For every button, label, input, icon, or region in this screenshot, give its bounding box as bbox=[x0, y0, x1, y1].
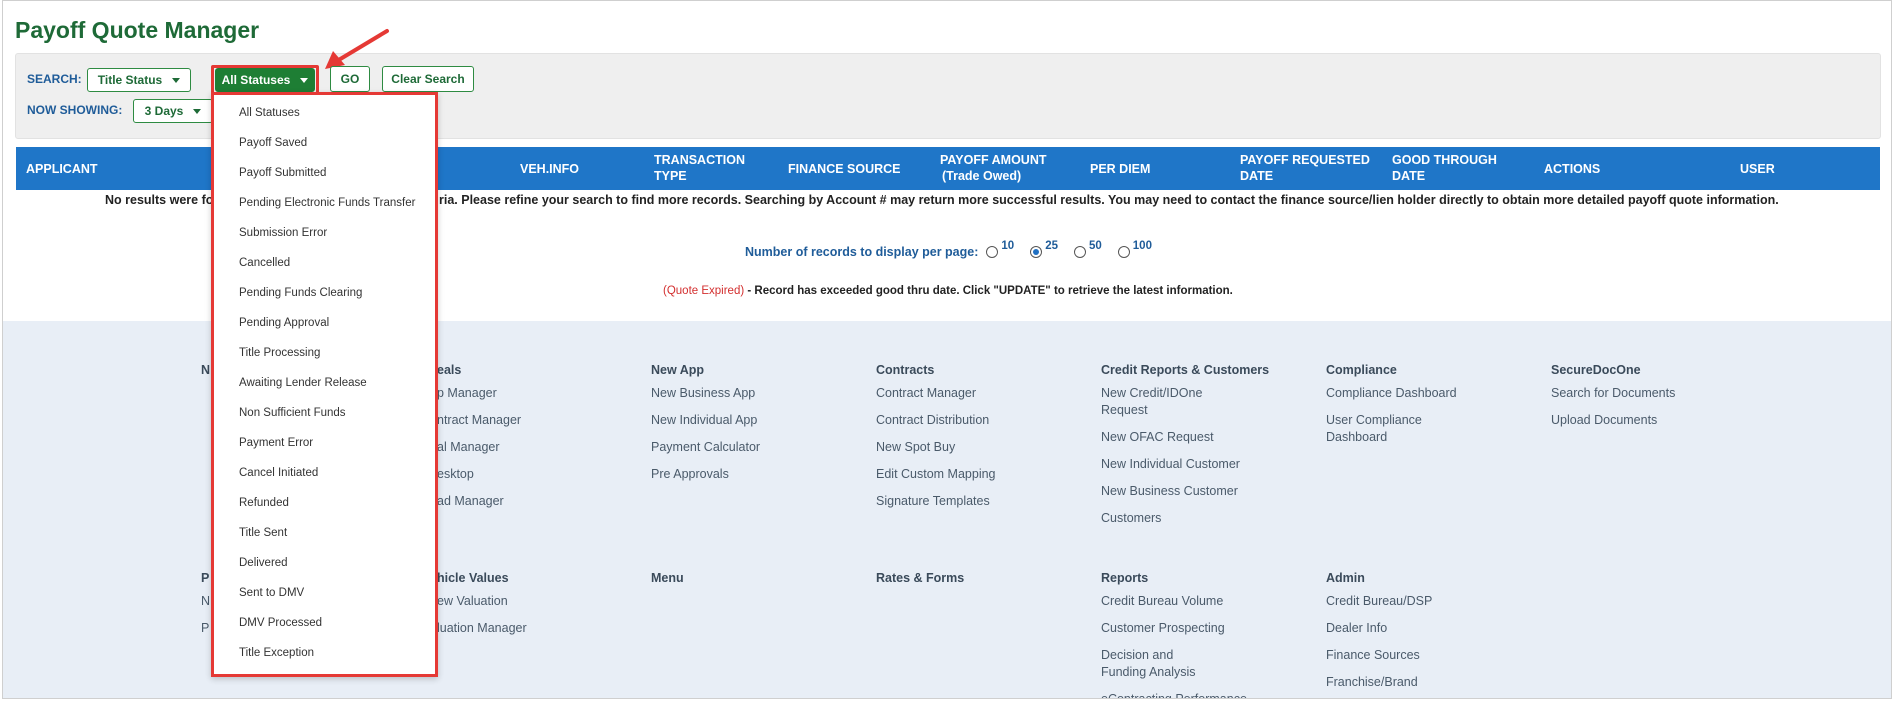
footer-col-reports: Reports Credit Bureau Volume Customer Pr… bbox=[1101, 571, 1247, 699]
dropdown-item[interactable]: Payoff Submitted bbox=[239, 167, 326, 179]
column-header[interactable]: ACTIONS bbox=[1544, 161, 1600, 177]
dropdown-item[interactable]: Submission Error bbox=[239, 227, 327, 239]
dropdown-item[interactable]: Cancelled bbox=[239, 257, 290, 269]
search-label: SEARCH: bbox=[27, 72, 82, 86]
column-header[interactable]: PAYOFF REQUESTED DATE bbox=[1240, 152, 1370, 184]
radio-50[interactable] bbox=[1073, 246, 1086, 258]
column-header[interactable]: GOOD THROUGH DATE bbox=[1392, 152, 1497, 184]
dropdown-item[interactable]: DMV Processed bbox=[239, 617, 322, 629]
footer-col-rates-forms: Rates & Forms bbox=[876, 571, 965, 585]
records-per-page: Number of records to display per page: 1… bbox=[745, 240, 1152, 259]
footer-col-vehicle-values: hicle Values ew Valuation luation Manage… bbox=[437, 571, 527, 635]
now-showing-value: 3 Days bbox=[144, 104, 184, 118]
clear-search-button[interactable]: Clear Search bbox=[382, 66, 474, 92]
radio-100[interactable] bbox=[1117, 246, 1130, 258]
dropdown-item[interactable]: All Statuses bbox=[239, 107, 300, 119]
payoff-quote-page: Payoff Quote Manager SEARCH: Title Statu… bbox=[2, 0, 1892, 699]
dropdown-item[interactable]: Delivered bbox=[239, 557, 288, 569]
search-field-select[interactable]: Title Status bbox=[87, 68, 191, 92]
dropdown-item[interactable]: Pending Funds Clearing bbox=[239, 287, 362, 299]
footer-col-admin: Admin Credit Bureau/DSP Dealer Info Fina… bbox=[1326, 571, 1433, 689]
column-header[interactable]: PER DIEM bbox=[1090, 161, 1150, 177]
dropdown-item[interactable]: Title Exception bbox=[239, 647, 314, 659]
chevron-down-icon bbox=[172, 77, 181, 83]
dropdown-item[interactable]: Payment Error bbox=[239, 437, 313, 449]
footer-col-contracts: Contracts Contract Manager Contract Dist… bbox=[876, 363, 996, 508]
dropdown-item[interactable]: Payoff Saved bbox=[239, 137, 307, 149]
now-showing-label: NOW SHOWING: bbox=[27, 103, 123, 117]
dropdown-item[interactable]: Awaiting Lender Release bbox=[239, 377, 367, 389]
quote-expired-note: (Quote Expired) - Record has exceeded go… bbox=[663, 285, 1233, 297]
radio-10[interactable] bbox=[986, 246, 999, 258]
footer-col-deals: eals p Manager ntract Manager al Manager… bbox=[437, 363, 522, 508]
dropdown-item[interactable]: Cancel Initiated bbox=[239, 467, 318, 479]
footer-col-menu: Menu bbox=[651, 571, 684, 585]
column-header[interactable]: TRANSACTION TYPE bbox=[654, 152, 745, 184]
footer-col-0: N bbox=[201, 363, 211, 377]
go-button[interactable]: GO bbox=[330, 66, 370, 92]
column-header[interactable]: VEH.INFO bbox=[520, 161, 579, 177]
column-header[interactable]: FINANCE SOURCE bbox=[788, 161, 901, 177]
footer-col-credit-reports: Credit Reports & Customers New Credit/ID… bbox=[1101, 363, 1270, 525]
column-header[interactable]: USER bbox=[1740, 161, 1775, 177]
search-field-value: Title Status bbox=[97, 73, 163, 87]
chevron-down-icon bbox=[193, 108, 202, 114]
now-showing-select[interactable]: 3 Days bbox=[133, 99, 213, 123]
dropdown-item[interactable]: Title Processing bbox=[239, 347, 320, 359]
footer-col-0b: P N P bbox=[201, 571, 211, 635]
status-dropdown-menu: All Statuses Payoff Saved Payoff Submitt… bbox=[211, 92, 438, 677]
records-per-page-label: Number of records to display per page: bbox=[745, 245, 979, 259]
annotation-highlight-box bbox=[211, 65, 319, 95]
radio-25[interactable] bbox=[1030, 246, 1043, 258]
dropdown-item[interactable]: Pending Approval bbox=[239, 317, 329, 329]
footer-col-compliance: Compliance Compliance Dashboard User Com… bbox=[1326, 363, 1457, 444]
column-header[interactable]: APPLICANT bbox=[26, 161, 98, 177]
dropdown-item[interactable]: Title Sent bbox=[239, 527, 287, 539]
dropdown-item[interactable]: Sent to DMV bbox=[239, 587, 304, 599]
footer-col-securedoc: SecureDocOne Search for Documents Upload… bbox=[1551, 363, 1676, 427]
dropdown-item[interactable]: Pending Electronic Funds Transfer bbox=[239, 197, 415, 209]
quote-expired-tag: (Quote Expired) bbox=[663, 285, 745, 297]
dropdown-item[interactable]: Refunded bbox=[239, 497, 289, 509]
page-title: Payoff Quote Manager bbox=[15, 17, 260, 43]
footer-col-new-app: New App New Business App New Individual … bbox=[651, 363, 761, 481]
dropdown-item[interactable]: Non Sufficient Funds bbox=[239, 407, 346, 419]
column-header[interactable]: PAYOFF AMOUNT (Trade Owed) bbox=[940, 152, 1046, 184]
